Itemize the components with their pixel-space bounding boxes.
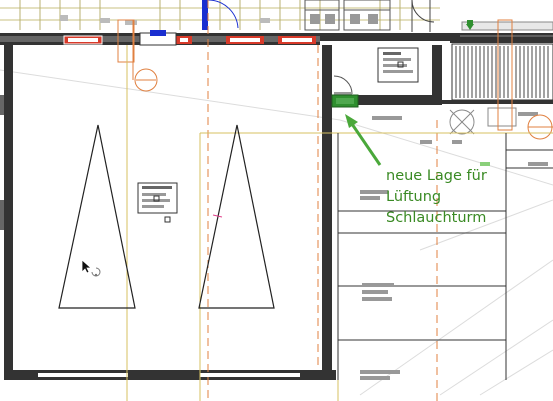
annotation-text: neue Lage für Lüftung Schlauchturm <box>386 166 487 229</box>
annotation-line-3: Schlauchturm <box>386 210 487 226</box>
door-opening-bottom-left <box>38 373 128 377</box>
room-label-box <box>137 182 178 223</box>
floor-plan-canvas: neue Lage für Lüftung Schlauchturm <box>0 0 553 401</box>
cursor-icon <box>81 259 101 277</box>
triangle-left <box>58 124 136 309</box>
annotation-line-2: Lüftung <box>386 189 442 205</box>
annotation-arrow <box>345 114 382 166</box>
annotation-line-1: neue Lage für <box>386 168 487 184</box>
triangle-right <box>198 124 275 309</box>
top-wall <box>0 30 553 46</box>
door-opening-bottom-right <box>200 373 300 377</box>
vent-marker <box>331 94 359 108</box>
